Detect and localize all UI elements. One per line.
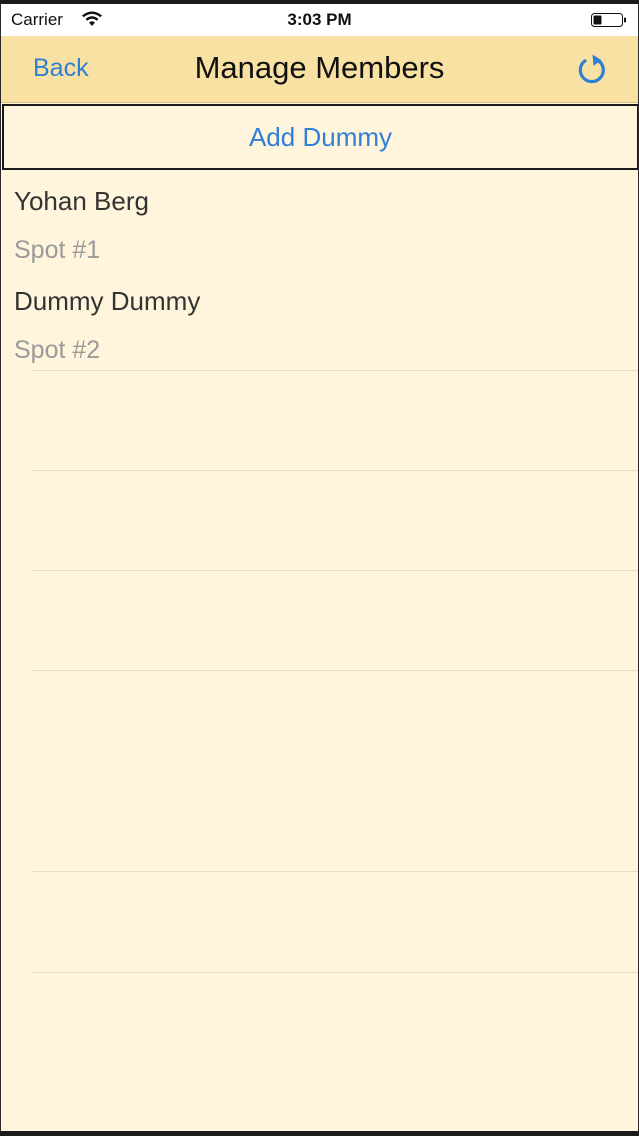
member-row[interactable]: Dummy Dummy Spot #2 xyxy=(1,270,638,370)
status-time: 3:03 PM xyxy=(287,10,352,29)
row-separator xyxy=(33,570,638,571)
battery-icon xyxy=(591,13,626,27)
row-separator xyxy=(33,972,638,973)
navigation-bar: Back Manage Members xyxy=(1,36,638,103)
page-title: Manage Members xyxy=(194,50,445,85)
refresh-icon[interactable] xyxy=(575,52,611,88)
members-list: Yohan Berg Spot #1 Dummy Dummy Spot #2 xyxy=(1,170,638,370)
add-dummy-button[interactable]: Add Dummy xyxy=(2,104,638,170)
member-name: Yohan Berg xyxy=(14,186,149,216)
member-spot: Spot #1 xyxy=(14,236,101,264)
status-bar: Carrier 3:03 PM xyxy=(1,4,638,36)
member-row[interactable]: Yohan Berg Spot #1 xyxy=(1,170,638,270)
row-separator xyxy=(33,871,638,872)
member-name: Dummy Dummy xyxy=(14,286,201,316)
row-separator xyxy=(33,470,638,471)
row-separator xyxy=(33,370,638,371)
screen: Carrier 3:03 PM Back Manage Members Add … xyxy=(0,4,639,1131)
row-separator xyxy=(33,670,638,671)
member-spot: Spot #2 xyxy=(14,336,101,364)
